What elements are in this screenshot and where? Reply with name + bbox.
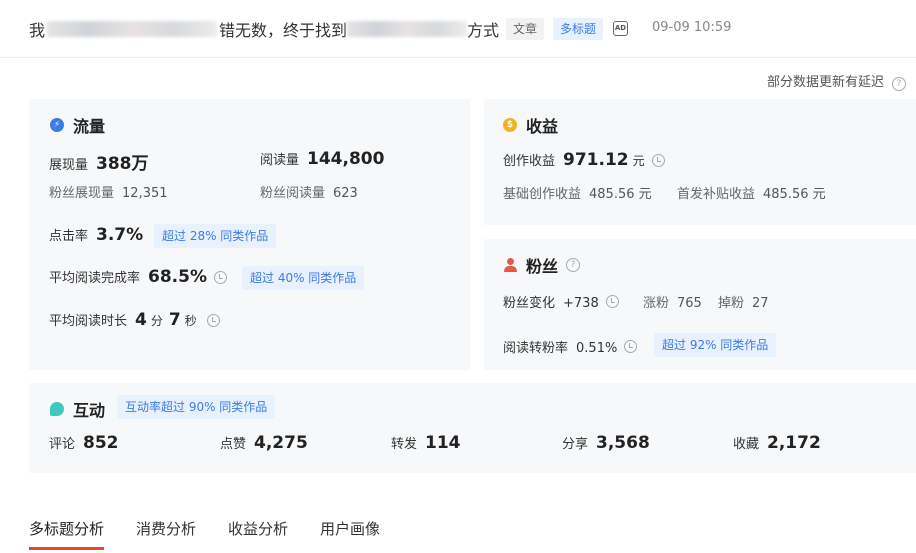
article-type-tag: 文章: [506, 18, 545, 40]
coin-icon: $: [503, 118, 517, 132]
interaction-title: 互动: [50, 397, 105, 421]
title-prefix: 我: [29, 21, 46, 40]
fan-gain-metric: 涨粉 765: [643, 296, 702, 311]
comments-metric: 评论 852: [49, 433, 119, 453]
likes-metric: 点赞 4,275: [220, 433, 308, 453]
fan-reads-metric: 粉丝阅读量 623: [260, 186, 358, 201]
fan-change-metric: 粉丝变化 +738: [503, 292, 619, 311]
conversion-badge: 超过 92% 同类作品: [654, 333, 777, 357]
tab-user-profile[interactable]: 用户画像: [320, 518, 380, 550]
chat-bubble-icon: [50, 402, 64, 416]
interaction-badge: 互动率超过 90% 同类作品: [117, 395, 276, 419]
creation-revenue-metric: 创作收益 971.12 元: [503, 150, 665, 170]
history-clock-icon[interactable]: [214, 270, 227, 284]
ctr-badge: 超过 28% 同类作品: [154, 224, 277, 248]
revenue-title: $ 收益: [503, 113, 558, 137]
read-to-fan-rate-metric: 阅读转粉率 0.51%: [503, 337, 638, 356]
history-clock-icon[interactable]: [206, 313, 220, 327]
history-clock-icon[interactable]: [651, 153, 665, 167]
blurred-title-segment: [47, 21, 218, 37]
help-icon[interactable]: ?: [892, 77, 906, 91]
fan-impressions-metric: 粉丝展现量 12,351: [49, 186, 168, 201]
interaction-card: 互动 互动率超过 90% 同类作品 评论 852 点赞 4,275 转发 114…: [29, 383, 916, 473]
shares-metric: 分享 3,568: [562, 433, 650, 453]
ctr-metric: 点击率 3.7%: [49, 225, 144, 245]
article-header: 我 错无数，终于找到 方式 文章 多标题 AD 09-09 10:59: [0, 0, 916, 58]
tab-consumption-analysis[interactable]: 消费分析: [136, 518, 196, 550]
reads-metric: 阅读量 144,800: [260, 149, 385, 169]
tab-multi-title-analysis[interactable]: 多标题分析: [29, 518, 105, 550]
blurred-title-segment: [347, 21, 468, 37]
reposts-metric: 转发 114: [391, 433, 461, 453]
ad-icon: AD: [613, 21, 628, 36]
user-icon: [503, 258, 517, 272]
fans-title: 粉丝 ?: [503, 253, 581, 277]
favorites-metric: 收藏 2,172: [733, 433, 821, 453]
base-revenue-metric: 基础创作收益 485.56 元: [503, 187, 652, 202]
fans-card: 粉丝 ? 粉丝变化 +738 涨粉 765 掉粉 27 阅读转粉率 0.51% …: [484, 239, 916, 370]
completion-metric: 平均阅读完成率 68.5%: [49, 267, 227, 287]
revenue-card: $ 收益 创作收益 971.12 元 基础创作收益 485.56 元 首发补贴收…: [484, 99, 916, 225]
history-clock-icon[interactable]: [624, 340, 638, 353]
traffic-card: ⚡ 流量 展现量 388万 阅读量 144,800 粉丝展现量 12,351 粉…: [29, 99, 470, 370]
multi-title-tag: 多标题: [553, 18, 604, 40]
first-publish-revenue-metric: 首发补贴收益 485.56 元: [677, 187, 826, 202]
data-delay-note: 部分数据更新有延迟?: [767, 71, 906, 91]
fan-loss-metric: 掉粉 27: [718, 296, 769, 311]
publish-time: 09-09 10:59: [652, 20, 732, 35]
history-clock-icon[interactable]: [605, 295, 619, 308]
title-middle: 错无数，终于找到: [219, 21, 348, 40]
duration-metric: 平均阅读时长 4 分 7 秒: [49, 310, 220, 330]
title-suffix: 方式: [467, 21, 500, 40]
article-title[interactable]: 我 错无数，终于找到 方式: [29, 17, 499, 41]
analysis-tabs: 多标题分析 消费分析 收益分析 用户画像: [29, 518, 412, 553]
completion-badge: 超过 40% 同类作品: [242, 266, 365, 290]
tab-revenue-analysis[interactable]: 收益分析: [228, 518, 288, 550]
impressions-metric: 展现量 388万: [49, 154, 149, 174]
traffic-title: ⚡ 流量: [50, 113, 105, 137]
help-icon[interactable]: ?: [566, 258, 581, 272]
lightning-icon: ⚡: [50, 118, 64, 132]
